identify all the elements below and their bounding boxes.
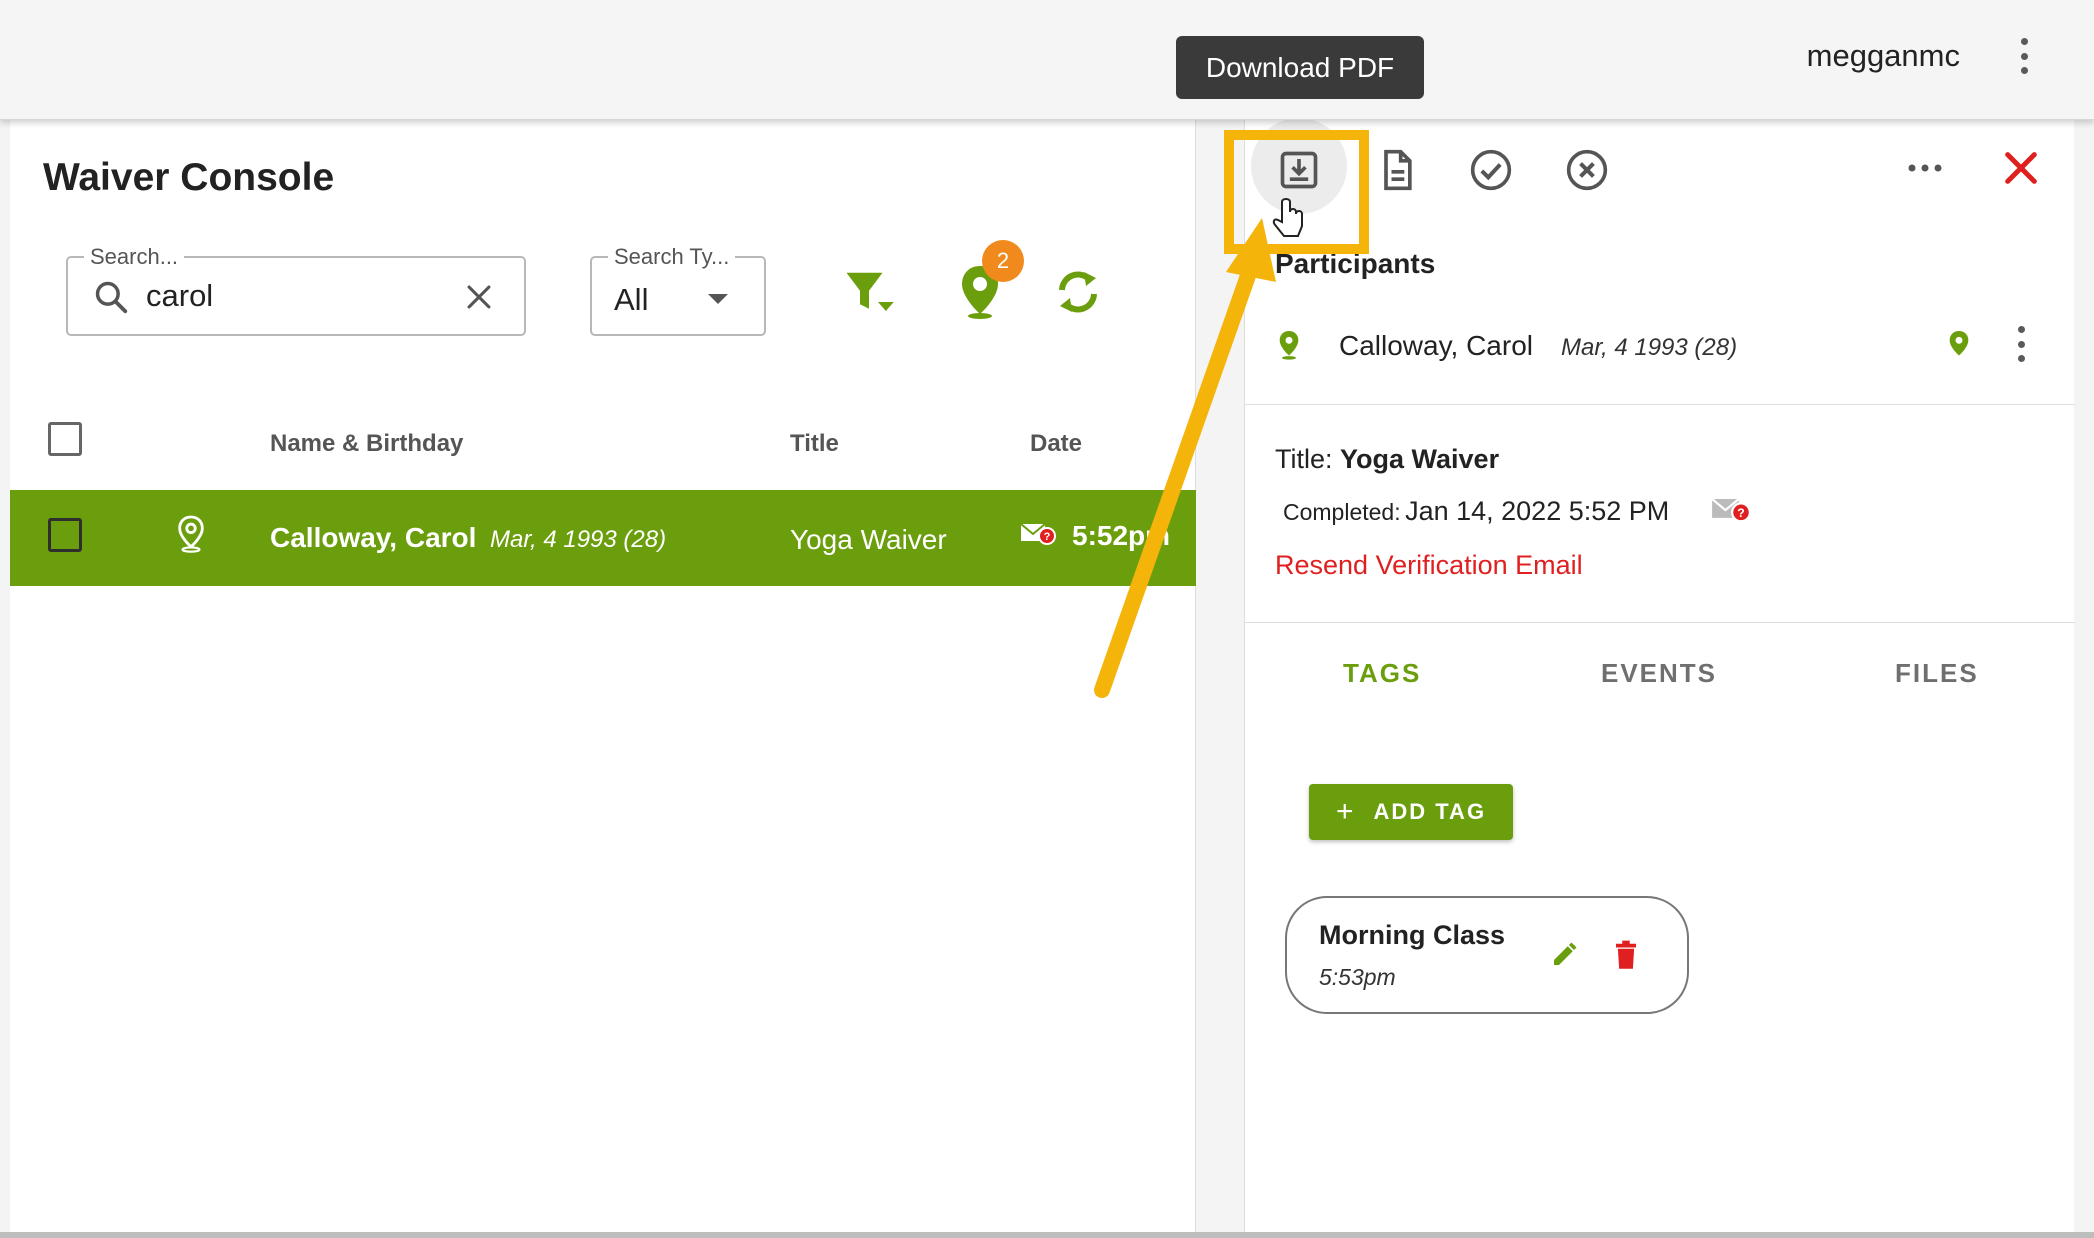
row-name: Calloway, Carol	[270, 522, 477, 553]
page-title: Waiver Console	[43, 156, 335, 199]
search-input[interactable]: Search... carol	[66, 244, 526, 336]
top-bar: megganmc	[0, 0, 2094, 120]
title-value: Yoga Waiver	[1340, 444, 1500, 474]
verify-check-icon[interactable]	[1469, 148, 1513, 192]
download-pdf-tooltip: Download PDF	[1176, 36, 1424, 99]
search-legend: Search...	[84, 244, 185, 270]
search-type-value: All	[614, 282, 649, 317]
tab-files[interactable]: FILES	[1895, 658, 1979, 689]
completed-line: Completed: Jan 14, 2022 5:52 PM	[1283, 496, 1669, 527]
participant-pin-icon[interactable]	[1945, 328, 1973, 362]
waiver-title-line: Title: Yoga Waiver	[1275, 444, 1499, 475]
waiver-detail-panel: Participants Calloway, Carol Mar, 4 1993…	[1244, 118, 2075, 1232]
participants-heading: Participants	[1275, 248, 1436, 279]
document-icon[interactable]	[1375, 148, 1419, 192]
completed-label: Completed:	[1283, 499, 1401, 525]
search-icon	[95, 281, 128, 314]
row-title: Yoga Waiver	[790, 524, 947, 555]
tab-tags[interactable]: TAGS	[1343, 658, 1421, 689]
row-birthday: Mar, 4 1993 (28)	[490, 526, 667, 553]
participant-menu-icon[interactable]	[2013, 326, 2029, 362]
bottom-scroll-strip	[0, 1232, 2094, 1238]
row-checkbox[interactable]	[48, 518, 82, 552]
row-date: 5:52pm	[1072, 520, 1171, 551]
add-tag-label: ADD TAG	[1373, 799, 1487, 824]
tag-name: Morning Class	[1319, 920, 1506, 950]
location-count-badge: 2	[982, 240, 1024, 282]
divider	[1245, 404, 2075, 405]
clear-search-icon[interactable]	[462, 280, 496, 314]
filter-icon[interactable]	[842, 266, 896, 320]
column-header-title[interactable]: Title	[790, 430, 839, 458]
participant-location-icon	[1279, 331, 1299, 360]
refresh-icon[interactable]	[1054, 268, 1102, 316]
delete-trash-icon[interactable]	[1613, 940, 1639, 970]
title-label: Title:	[1275, 444, 1333, 474]
svg-text:?: ?	[1737, 506, 1744, 520]
select-all-checkbox[interactable]	[48, 422, 82, 456]
tag-time: 5:53pm	[1319, 964, 1396, 990]
more-options-icon[interactable]	[1905, 158, 1945, 178]
account-menu-icon[interactable]	[2016, 38, 2032, 74]
tag-card: Morning Class 5:53pm	[1285, 896, 1689, 1014]
participant-name[interactable]: Calloway, Carol	[1339, 330, 1533, 362]
search-type-select[interactable]: Search Ty... All	[590, 244, 766, 336]
participant-birthday: Mar, 4 1993 (28)	[1561, 334, 1738, 361]
username[interactable]: megganmc	[1807, 38, 1960, 74]
resend-verification-link[interactable]: Resend Verification Email	[1275, 550, 1583, 581]
tab-events[interactable]: EVENTS	[1601, 658, 1717, 689]
search-type-legend: Search Ty...	[608, 244, 736, 270]
chevron-down-icon	[708, 294, 728, 304]
email-unverified-icon: ?	[1711, 498, 1751, 523]
column-header-date[interactable]: Date	[1030, 430, 1082, 458]
waiver-console-panel: Waiver Console Search... carol Search Ty…	[10, 120, 1196, 1232]
location-pin-outline-icon	[178, 515, 204, 553]
column-header-name[interactable]: Name & Birthday	[270, 430, 463, 458]
reject-icon[interactable]	[1565, 148, 1609, 192]
svg-text:?: ?	[1044, 531, 1051, 543]
plus-icon: +	[1335, 795, 1356, 828]
email-unverified-icon: ?	[1020, 523, 1056, 545]
download-pdf-icon[interactable]	[1277, 148, 1321, 192]
completed-value: Jan 14, 2022 5:52 PM	[1405, 496, 1670, 526]
divider	[1245, 622, 2075, 623]
add-tag-button[interactable]: + ADD TAG	[1309, 784, 1513, 840]
edit-pencil-icon[interactable]	[1549, 940, 1579, 970]
close-icon[interactable]	[2001, 148, 2041, 188]
search-value: carol	[146, 278, 214, 313]
table-row[interactable]: Calloway, Carol Mar, 4 1993 (28) Yoga Wa…	[10, 490, 1196, 586]
